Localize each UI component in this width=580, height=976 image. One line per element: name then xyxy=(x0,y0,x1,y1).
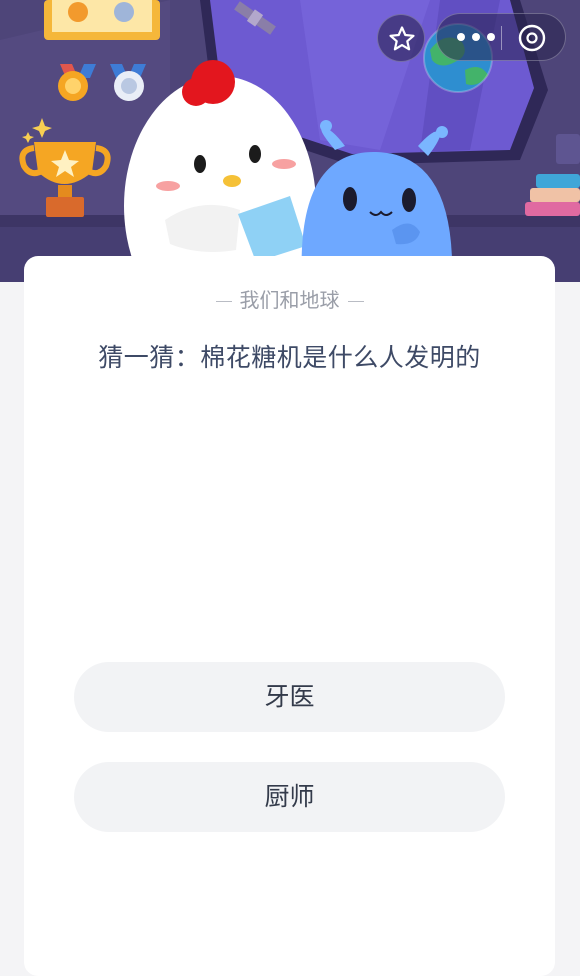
answer-option-2[interactable]: 厨师 xyxy=(74,762,505,832)
category-dash-left xyxy=(215,301,232,302)
more-dots-icon[interactable] xyxy=(453,27,499,47)
answer-option-1[interactable]: 牙医 xyxy=(74,662,505,732)
header-illustration xyxy=(0,0,580,282)
question-text: 猜一猜：棉花糖机是什么人发明的 xyxy=(98,343,481,372)
award-frame xyxy=(44,0,160,40)
category-label: 我们和地球 xyxy=(239,288,340,312)
quiz-card: 我们和地球 猜一猜：棉花糖机是什么人发明的 牙医 厨师 xyxy=(24,256,555,976)
favorite-button[interactable] xyxy=(377,14,425,62)
star-icon xyxy=(389,26,415,51)
category-dash-right xyxy=(347,301,364,302)
quiz-category: 我们和地球 xyxy=(24,284,555,313)
mini-program-capsule xyxy=(436,13,566,61)
close-circle-icon[interactable] xyxy=(518,24,546,52)
capsule-divider xyxy=(501,26,502,50)
